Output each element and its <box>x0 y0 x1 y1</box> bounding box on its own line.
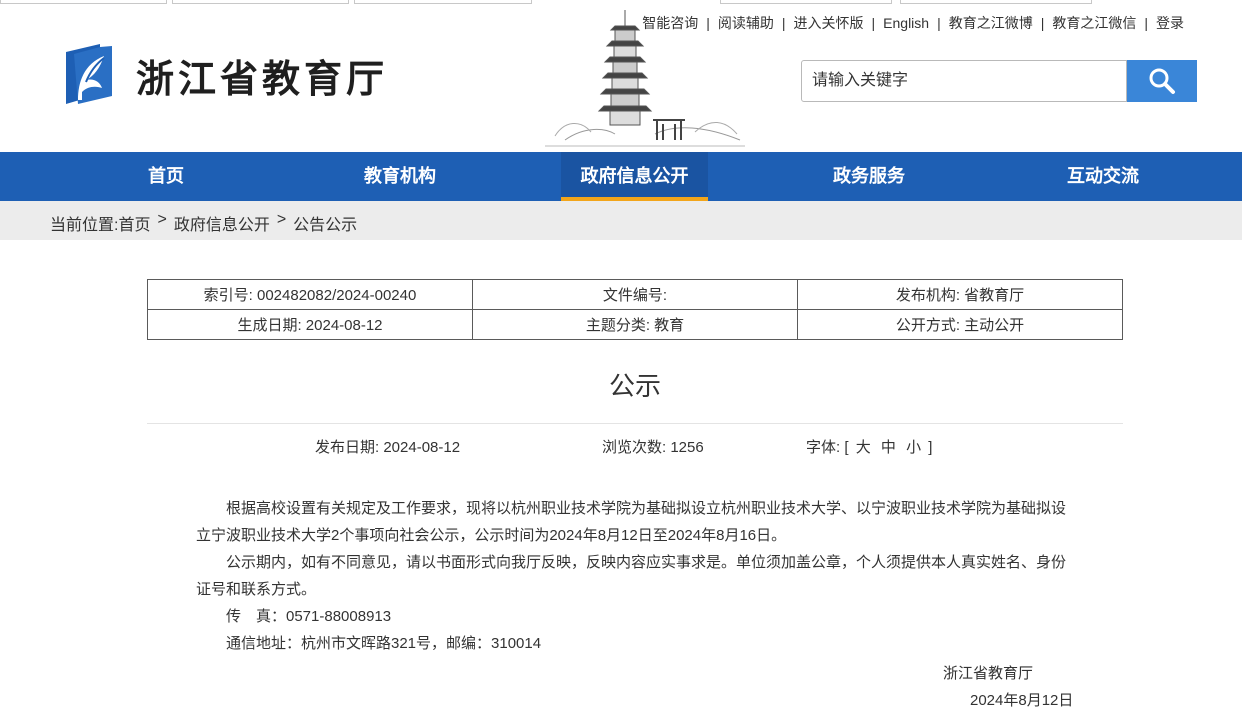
divider <box>147 423 1123 424</box>
top-link-weibo[interactable]: 教育之江微博 <box>949 13 1033 33</box>
table-row: 生成日期: 2024-08-12 主题分类: 教育 公开方式: 主动公开 <box>147 309 1123 340</box>
breadcrumb-notices[interactable]: 公告公示 <box>293 211 357 235</box>
paragraph: 根据高校设置有关规定及工作要求，现将以杭州职业技术学院为基础拟设立杭州职业技术大… <box>196 500 1067 544</box>
divider: | <box>706 15 710 31</box>
site-header: 浙江省教育厅 智能咨询 | 阅读辅助 | 进入关怀版 | English | 教… <box>0 0 1242 152</box>
meta-doc-no: 文件编号: <box>472 279 798 310</box>
top-link-smart-consult[interactable]: 智能咨询 <box>642 13 698 33</box>
logo-emblem-icon <box>66 44 112 104</box>
table-row: 索引号: 002482082/2024-00240 文件编号: 发布机构: 省教… <box>147 279 1123 310</box>
nav-item-gov-info[interactable]: 政府信息公开 <box>561 152 708 201</box>
divider: | <box>781 15 786 31</box>
paragraph: 公示期内，如有不同意见，请以书面形式向我厅反映，反映内容应实事求是。单位须加盖公… <box>196 554 1067 598</box>
font-size-large[interactable]: 大 <box>856 439 871 456</box>
breadcrumb-home[interactable]: 首页 <box>118 211 150 235</box>
fax-line: 传 真：0571-88008913 <box>226 608 392 625</box>
site-logo[interactable]: 浙江省教育厅 <box>60 42 388 108</box>
meta-publisher: 发布机构: 省教育厅 <box>797 279 1123 310</box>
search-icon <box>1149 68 1175 94</box>
font-size-close: ] <box>928 439 933 456</box>
divider: | <box>1144 15 1148 31</box>
divider: | <box>1040 15 1045 31</box>
signature: 浙江省教育厅 <box>943 665 1034 682</box>
sign-date: 2024年8月12日 <box>970 692 1074 709</box>
site-name: 浙江省教育厅 <box>136 55 389 101</box>
top-links-bar: 智能咨询 | 阅读辅助 | 进入关怀版 | English | 教育之江微博 | 教育之江… <box>642 13 1184 33</box>
nav-item-institutions[interactable]: 教育机构 <box>326 152 474 201</box>
search-input[interactable] <box>801 60 1127 102</box>
address-line: 通信地址：杭州市文晖路321号，邮编：310014 <box>226 635 542 652</box>
divider: | <box>871 15 876 31</box>
search-button[interactable] <box>1127 60 1197 102</box>
publish-date: 发布日期: 2024-08-12 <box>315 439 461 456</box>
top-link-care-version[interactable]: 进入关怀版 <box>794 13 864 33</box>
breadcrumb: 当前位置: 首页 > 政府信息公开 > 公告公示 <box>0 201 1242 240</box>
nav-item-interaction[interactable]: 互动交流 <box>1029 152 1177 201</box>
search-box <box>801 60 1197 102</box>
top-link-english[interactable]: English <box>883 15 929 31</box>
meta-created-date: 生成日期: 2024-08-12 <box>147 309 473 340</box>
article-body: 根据高校设置有关规定及工作要求，现将以杭州职业技术学院为基础拟设立杭州职业技术大… <box>196 495 1066 657</box>
nav-item-services[interactable]: 政务服务 <box>795 152 943 201</box>
breadcrumb-prefix: 当前位置: <box>50 217 119 234</box>
meta-disclosure: 公开方式: 主动公开 <box>797 309 1123 340</box>
article-title: 公示 <box>608 371 661 401</box>
top-link-login[interactable]: 登录 <box>1156 13 1184 33</box>
breadcrumb-separator: > <box>157 211 167 228</box>
breadcrumb-gov-info[interactable]: 政府信息公开 <box>174 211 270 235</box>
font-size-label: 字体: [ <box>806 439 849 456</box>
font-size-medium[interactable]: 中 <box>881 439 896 456</box>
nav-item-home[interactable]: 首页 <box>92 152 240 201</box>
font-size-selector: 字体: [ 大 中 小 ] <box>806 436 932 457</box>
breadcrumb-separator: > <box>276 211 287 228</box>
divider: | <box>937 15 941 31</box>
top-link-wechat[interactable]: 教育之江微信 <box>1052 13 1136 33</box>
main-nav: 首页 教育机构 政府信息公开 政务服务 互动交流 <box>0 152 1242 201</box>
font-size-small[interactable]: 小 <box>906 439 921 456</box>
meta-index-no: 索引号: 002482082/2024-00240 <box>147 279 473 310</box>
meta-category: 主题分类: 教育 <box>472 309 798 340</box>
top-link-reading-assist[interactable]: 阅读辅助 <box>718 13 774 33</box>
document-meta-table: 索引号: 002482082/2024-00240 文件编号: 发布机构: 省教… <box>147 279 1123 340</box>
view-count: 浏览次数: 1256 <box>602 439 704 456</box>
